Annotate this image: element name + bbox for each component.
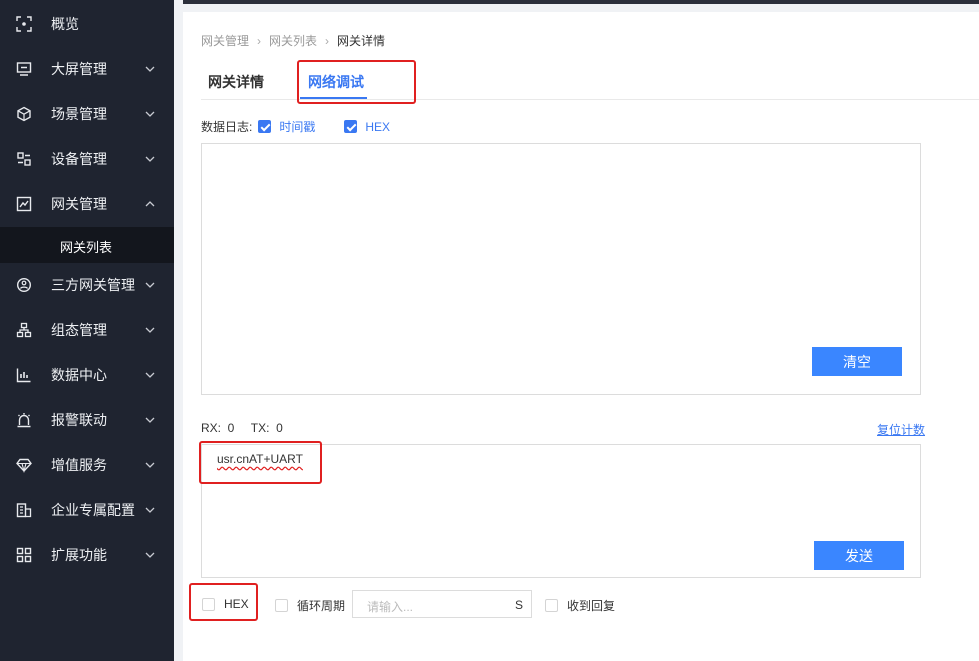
nav-sub-label: 网关列表	[60, 240, 113, 255]
reply-option[interactable]: 收到回复	[545, 597, 615, 614]
highlight-box	[297, 60, 416, 104]
nav-label: 三方网关管理	[51, 276, 135, 293]
log-options: 数据日志: 时间戳 HEX	[201, 118, 390, 135]
send-options: HEX 循环周期 请输入... S 收到回复	[201, 590, 921, 618]
breadcrumb-item[interactable]: 网关管理	[201, 32, 249, 49]
period-unit: S	[515, 598, 524, 612]
nav-extensions[interactable]: 扩展功能	[0, 532, 174, 577]
chevron-up-icon	[145, 200, 155, 206]
cycle-period-input[interactable]: 请输入... S	[352, 590, 532, 618]
nav-overview[interactable]: 概览	[0, 1, 174, 46]
log-hex-checkbox[interactable]	[344, 120, 358, 133]
nav-label: 场景管理	[51, 105, 107, 122]
nav-scene-management[interactable]: 场景管理	[0, 91, 174, 136]
monitor-icon	[16, 61, 32, 76]
gateway-icon	[16, 196, 32, 211]
grid-icon	[16, 547, 32, 562]
overview-icon	[16, 15, 32, 32]
nav-gateway-management[interactable]: 网关管理	[0, 181, 174, 226]
chevron-down-icon	[145, 462, 155, 468]
send-button[interactable]: 发送	[814, 541, 904, 570]
nav-alarm-linkage[interactable]: 报警联动	[0, 397, 174, 442]
nav-label: 大屏管理	[51, 60, 107, 77]
timestamp-label: 时间戳	[279, 120, 316, 134]
cycle-checkbox[interactable]	[275, 599, 288, 612]
reset-count-link[interactable]: 复位计数	[877, 421, 925, 438]
nav-screen-management[interactable]: 大屏管理	[0, 46, 174, 91]
clear-button[interactable]: 清空	[812, 347, 902, 376]
nav-label: 报警联动	[51, 411, 107, 428]
period-placeholder: 请输入...	[367, 600, 414, 614]
chevron-down-icon	[145, 156, 155, 162]
alarm-icon	[17, 412, 31, 427]
highlight-box	[189, 583, 258, 621]
breadcrumb-current: 网关详情	[337, 34, 386, 48]
nav-device-management[interactable]: 设备管理	[0, 136, 174, 181]
nav-value-added-services[interactable]: 增值服务	[0, 442, 174, 487]
nav-label: 企业专属配置	[51, 501, 135, 518]
nav-configuration-management[interactable]: 组态管理	[0, 307, 174, 352]
cube-icon	[17, 106, 31, 121]
chevron-down-icon	[145, 417, 155, 423]
reply-label: 收到回复	[567, 599, 616, 613]
nav-gateway-list[interactable]: 网关列表	[0, 227, 174, 263]
diamond-icon	[16, 458, 32, 473]
timestamp-checkbox[interactable]	[258, 120, 272, 133]
nav-third-party-gateway[interactable]: 三方网关管理	[0, 262, 174, 307]
nav-label: 组态管理	[51, 321, 107, 338]
nav-enterprise-config[interactable]: 企业专属配置	[0, 487, 174, 532]
rx-tx-counter: RX: 0 TX: 0	[201, 421, 283, 435]
hierarchy-icon	[16, 322, 32, 337]
breadcrumb-separator-icon: ›	[325, 34, 330, 48]
bar-chart-icon	[16, 368, 31, 382]
breadcrumb-item[interactable]: 网关列表	[269, 32, 317, 49]
breadcrumb-separator-icon: ›	[257, 34, 262, 48]
top-bar	[183, 0, 979, 4]
enterprise-icon	[16, 502, 32, 517]
sidebar: 概览 大屏管理 场景管理 设备管理 网关管理 网关列表 三方网关管理 组态管理 …	[0, 0, 174, 661]
nav-label: 概览	[51, 15, 79, 32]
nav-label: 数据中心	[51, 366, 107, 383]
chevron-down-icon	[145, 327, 155, 333]
chevron-down-icon	[145, 111, 155, 117]
breadcrumb: 网关管理 › 网关列表 › 网关详情	[201, 32, 385, 49]
nav-label: 网关管理	[51, 195, 107, 212]
nav-label: 增值服务	[51, 456, 107, 473]
chevron-down-icon	[145, 66, 155, 72]
chevron-down-icon	[145, 507, 155, 513]
chevron-down-icon	[145, 552, 155, 558]
third-party-icon	[16, 277, 32, 292]
nav-data-center[interactable]: 数据中心	[0, 352, 174, 397]
nav-label: 设备管理	[51, 150, 107, 167]
cycle-option[interactable]: 循环周期	[275, 597, 345, 614]
highlight-box	[199, 441, 322, 484]
device-icon	[17, 151, 31, 166]
cycle-label: 循环周期	[297, 599, 346, 613]
tab-gateway-details[interactable]: 网关详情	[208, 72, 264, 92]
nav-label: 扩展功能	[51, 546, 107, 563]
main-panel: 网关管理 › 网关列表 › 网关详情 网关详情 网络调试 数据日志: 时间戳 HEX 清…	[183, 12, 979, 661]
chevron-down-icon	[145, 372, 155, 378]
chevron-down-icon	[145, 282, 155, 288]
log-hex-label: HEX	[365, 119, 391, 134]
log-label: 数据日志:	[201, 120, 253, 134]
reply-checkbox[interactable]	[545, 599, 558, 612]
